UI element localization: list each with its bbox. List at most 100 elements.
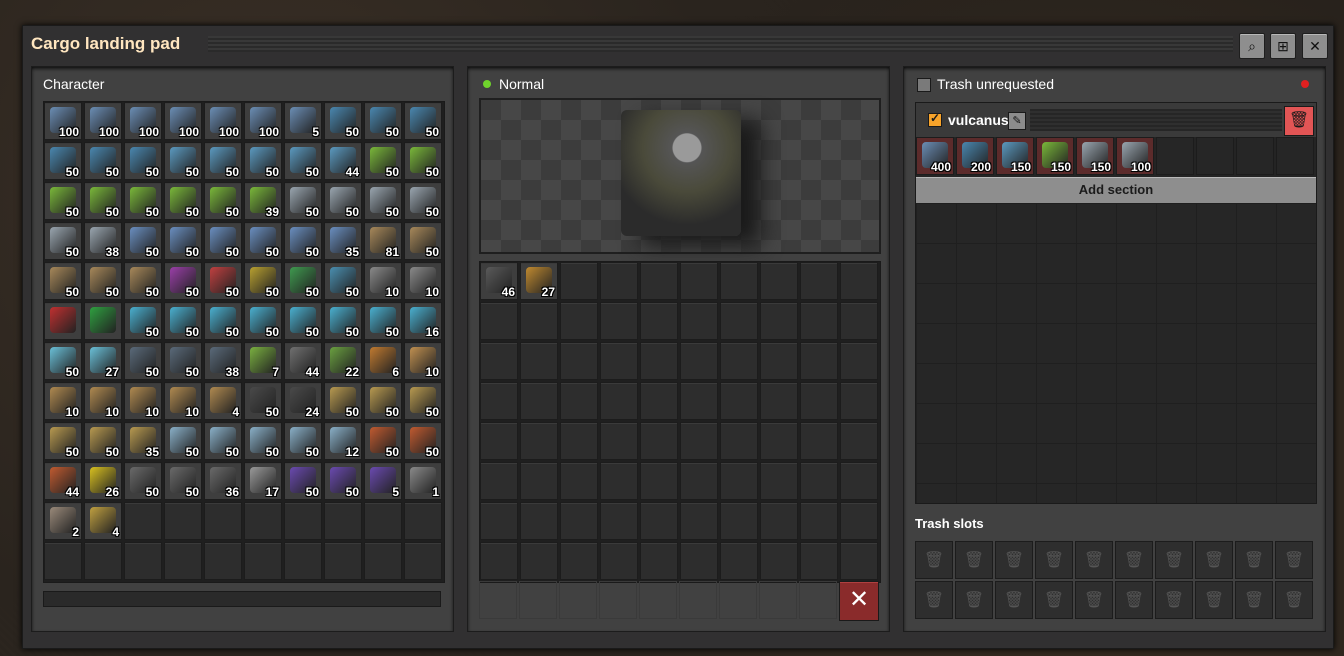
inventory-slot[interactable] — [600, 422, 638, 460]
inventory-slot[interactable] — [680, 382, 718, 420]
inventory-slot[interactable] — [164, 502, 202, 540]
trash-slot[interactable]: 🗑 — [915, 581, 953, 619]
character-scrollbar[interactable] — [43, 591, 441, 607]
inventory-slot[interactable]: 50 — [404, 182, 442, 220]
inventory-slot[interactable] — [284, 542, 322, 580]
inventory-slot[interactable] — [680, 342, 718, 380]
title-bar[interactable]: Cargo landing pad ⌕ ⊞ ✕ — [23, 26, 1333, 62]
trash-slot[interactable]: 🗑 — [1035, 581, 1073, 619]
inventory-slot[interactable] — [600, 302, 638, 340]
inventory-slot[interactable]: 50 — [284, 302, 322, 340]
inventory-slot[interactable] — [520, 462, 558, 500]
inventory-slot[interactable]: 50 — [84, 142, 122, 180]
inventory-slot[interactable]: 50 — [244, 142, 282, 180]
inventory-slot[interactable]: 38 — [204, 342, 242, 380]
request-slot[interactable] — [1156, 137, 1194, 175]
inventory-slot[interactable] — [600, 382, 638, 420]
inventory-slot[interactable] — [720, 382, 758, 420]
inventory-slot[interactable]: 50 — [324, 382, 362, 420]
inventory-slot[interactable]: 50 — [324, 182, 362, 220]
inventory-slot[interactable]: 10 — [364, 262, 402, 300]
inventory-slot[interactable]: 50 — [404, 422, 442, 460]
inventory-slot[interactable] — [44, 302, 82, 340]
inventory-slot[interactable] — [840, 382, 878, 420]
inventory-slot[interactable]: 50 — [244, 222, 282, 260]
inventory-slot[interactable] — [204, 502, 242, 540]
inventory-slot[interactable]: 50 — [44, 142, 82, 180]
trash-slot[interactable]: 🗑 — [995, 581, 1033, 619]
pad-trash-slot[interactable] — [719, 581, 757, 619]
inventory-slot[interactable]: 50 — [164, 222, 202, 260]
inventory-slot[interactable] — [720, 542, 758, 580]
inventory-slot[interactable]: 50 — [324, 462, 362, 500]
inventory-slot[interactable]: 50 — [404, 102, 442, 140]
inventory-slot[interactable] — [800, 342, 838, 380]
inventory-slot[interactable] — [244, 542, 282, 580]
inventory-slot[interactable]: 100 — [164, 102, 202, 140]
inventory-slot[interactable] — [680, 502, 718, 540]
edit-icon[interactable]: ✎ — [1008, 112, 1026, 130]
inventory-slot[interactable]: 50 — [44, 222, 82, 260]
inventory-slot[interactable] — [324, 542, 362, 580]
pad-trash-slot[interactable] — [559, 581, 597, 619]
inventory-slot[interactable] — [520, 542, 558, 580]
inventory-slot[interactable]: 17 — [244, 462, 282, 500]
inventory-slot[interactable] — [760, 342, 798, 380]
inventory-slot[interactable] — [840, 502, 878, 540]
inventory-slot[interactable]: 100 — [44, 102, 82, 140]
inventory-slot[interactable]: 27 — [520, 262, 558, 300]
inventory-slot[interactable] — [800, 262, 838, 300]
inventory-slot[interactable] — [520, 382, 558, 420]
trash-slot[interactable]: 🗑 — [1035, 541, 1073, 579]
inventory-slot[interactable] — [284, 502, 322, 540]
delete-section-button[interactable]: 🗑 — [1284, 106, 1314, 136]
inventory-slot[interactable] — [640, 422, 678, 460]
inventory-slot[interactable]: 10 — [84, 382, 122, 420]
inventory-slot[interactable] — [640, 502, 678, 540]
request-slot[interactable]: 150 — [1076, 137, 1114, 175]
request-slot[interactable]: 150 — [996, 137, 1034, 175]
inventory-slot[interactable]: 16 — [404, 302, 442, 340]
trash-slot[interactable]: 🗑 — [1075, 581, 1113, 619]
inventory-slot[interactable] — [840, 462, 878, 500]
inventory-slot[interactable]: 36 — [204, 462, 242, 500]
inventory-slot[interactable]: 35 — [324, 222, 362, 260]
pad-trash-slot[interactable] — [759, 581, 797, 619]
inventory-slot[interactable] — [720, 342, 758, 380]
inventory-slot[interactable]: 46 — [480, 262, 518, 300]
inventory-slot[interactable] — [520, 502, 558, 540]
request-slot[interactable]: 150 — [1036, 137, 1074, 175]
inventory-slot[interactable]: 50 — [164, 462, 202, 500]
trash-slot[interactable]: 🗑 — [1075, 541, 1113, 579]
drag-handle[interactable] — [208, 36, 1233, 52]
trash-slot[interactable]: 🗑 — [955, 541, 993, 579]
inventory-slot[interactable] — [800, 382, 838, 420]
inventory-slot[interactable]: 50 — [284, 462, 322, 500]
inventory-slot[interactable]: 81 — [364, 222, 402, 260]
inventory-slot[interactable]: 50 — [404, 142, 442, 180]
inventory-slot[interactable]: 50 — [364, 302, 402, 340]
inventory-slot[interactable]: 50 — [244, 382, 282, 420]
inventory-slot[interactable]: 4 — [84, 502, 122, 540]
inventory-slot[interactable] — [680, 262, 718, 300]
inventory-slot[interactable] — [840, 262, 878, 300]
inventory-slot[interactable]: 50 — [164, 422, 202, 460]
inventory-slot[interactable]: 50 — [324, 102, 362, 140]
inventory-slot[interactable]: 50 — [124, 342, 162, 380]
inventory-slot[interactable]: 50 — [204, 422, 242, 460]
inventory-slot[interactable] — [124, 542, 162, 580]
trash-unrequested-checkbox[interactable] — [917, 78, 931, 92]
inventory-slot[interactable]: 50 — [124, 262, 162, 300]
inventory-slot[interactable] — [600, 462, 638, 500]
inventory-slot[interactable]: 50 — [164, 302, 202, 340]
inventory-slot[interactable] — [760, 302, 798, 340]
inventory-slot[interactable] — [480, 342, 518, 380]
trash-slot[interactable]: 🗑 — [1195, 541, 1233, 579]
inventory-slot[interactable]: 1 — [404, 462, 442, 500]
inventory-slot[interactable]: 50 — [124, 302, 162, 340]
inventory-slot[interactable]: 5 — [364, 462, 402, 500]
inventory-slot[interactable] — [560, 382, 598, 420]
request-slot[interactable]: 400 — [916, 137, 954, 175]
inventory-slot[interactable] — [760, 462, 798, 500]
inventory-slot[interactable] — [800, 502, 838, 540]
